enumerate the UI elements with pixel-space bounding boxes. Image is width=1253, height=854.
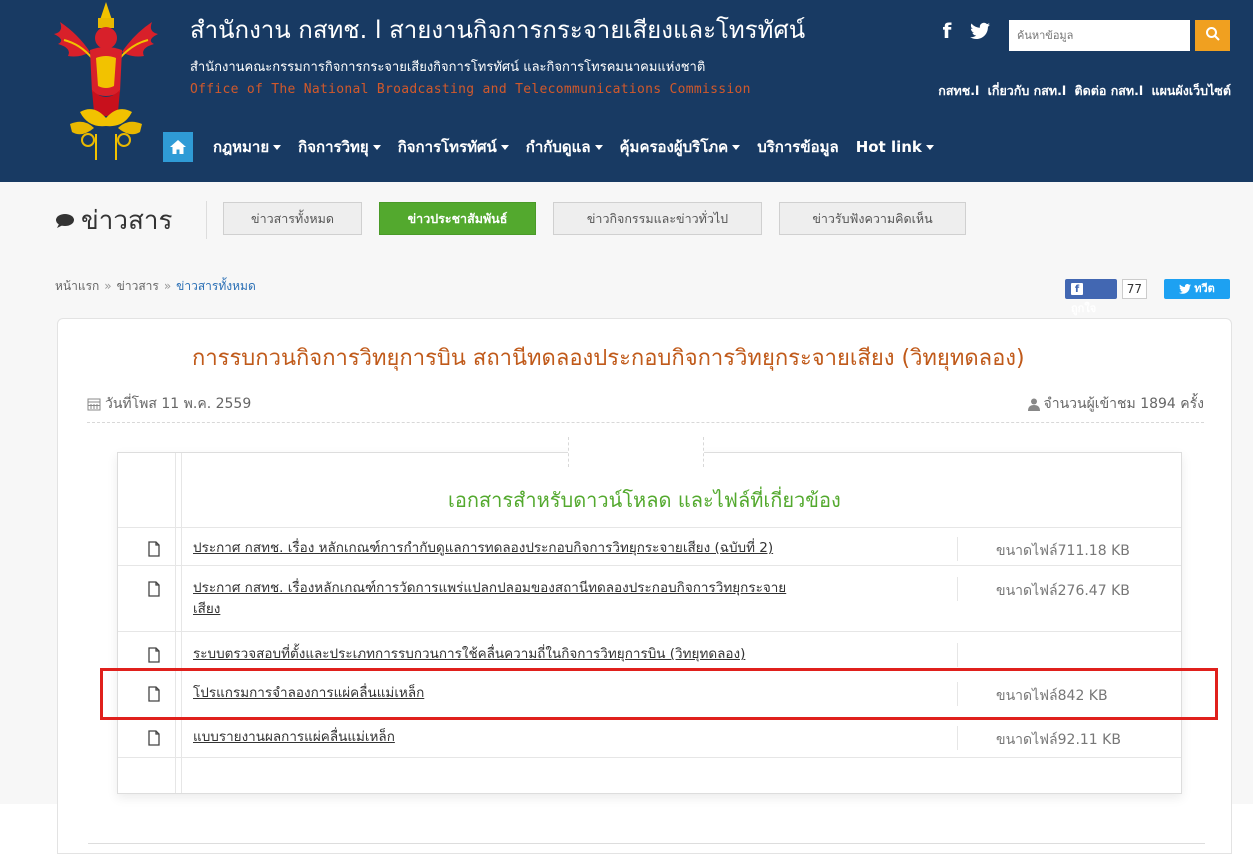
card-bottom-divider: [88, 843, 1205, 844]
facebook-logo-icon: f: [1071, 283, 1083, 295]
tab-all-news[interactable]: ข่าวสารทั้งหมด: [223, 202, 362, 235]
nav-item-radio[interactable]: กิจการวิทยุ: [298, 135, 381, 159]
breadcrumb-home[interactable]: หน้าแรก: [55, 279, 99, 293]
top-link-sitemap[interactable]: แผนผังเว็บไซต์: [1152, 83, 1231, 98]
heading-divider: [206, 201, 207, 239]
nav-label: กำกับดูแล: [525, 138, 591, 156]
row-divider: [118, 631, 1181, 632]
meta-divider: [87, 422, 1204, 423]
caret-down-icon: [500, 145, 509, 150]
tweet-label: ทวีต: [1194, 282, 1215, 295]
top-link-nbtc[interactable]: กสทช.l: [938, 83, 979, 98]
view-count-label: จำนวนผู้เข้าชม 1894 ครั้ง: [1043, 396, 1204, 412]
nav-item-law[interactable]: กฎหมาย: [213, 135, 282, 159]
size-divider: [957, 726, 958, 750]
file-icon: [148, 581, 160, 597]
article-title: การรบกวนกิจการวิทยุการบิน สถานีทดลองประก…: [192, 346, 1025, 371]
calendar-icon: [87, 398, 101, 411]
view-count: จำนวนผู้เข้าชม 1894 ครั้ง: [1027, 393, 1204, 415]
size-divider: [957, 537, 958, 561]
highlight-box: [100, 668, 1218, 720]
nav-item-consumer-protection[interactable]: คุ้มครองผู้บริโภค: [620, 135, 741, 159]
breadcrumb-all-news[interactable]: ข่าวสารทั้งหมด: [176, 279, 256, 293]
tab-activities-general-news[interactable]: ข่าวกิจกรรมและข่าวทั่วไป: [553, 202, 762, 235]
file-link[interactable]: ระบบตรวจสอบที่ตั้งและประเภทการรบกวนการใช…: [193, 645, 745, 664]
row-divider: [118, 565, 1181, 566]
caret-down-icon: [732, 145, 741, 150]
nav-label: กฎหมาย: [213, 138, 270, 156]
panel-tape-decoration: [568, 437, 704, 467]
panel-margin-line: [181, 453, 182, 793]
tweet-button[interactable]: ทวีต: [1164, 279, 1230, 299]
nav-label: Hot link: [855, 138, 922, 156]
search-input[interactable]: [1009, 20, 1190, 51]
nav-label: กิจการวิทยุ: [298, 138, 369, 156]
caret-down-icon: [372, 145, 381, 150]
home-icon: [170, 140, 186, 154]
section-heading-label: ข่าวสาร: [81, 206, 173, 236]
row-divider: [118, 527, 1181, 528]
breadcrumb-separator: »: [104, 279, 112, 293]
file-link[interactable]: แบบรายงานผลการแผ่คลื่นแม่เหล็ก: [193, 728, 395, 747]
post-date: วันที่โพส 11 พ.ค. 2559: [87, 393, 251, 415]
tab-public-hearing[interactable]: ข่าวรับฟังความคิดเห็น: [779, 202, 966, 235]
downloads-heading: เอกสารสำหรับดาวน์โหลด และไฟล์ที่เกี่ยวข้…: [448, 488, 841, 512]
nav-item-hot-link[interactable]: Hot link: [856, 138, 934, 156]
search-button[interactable]: [1195, 20, 1230, 51]
comment-icon: [56, 213, 74, 228]
file-icon: [148, 730, 160, 746]
caret-down-icon: [594, 145, 603, 150]
garuda-emblem-logo[interactable]: [50, 0, 162, 165]
facebook-like-button[interactable]: f ถูกใจ: [1065, 279, 1117, 315]
site-title[interactable]: สำนักงาน กสทช. l สายงานกิจการกระจายเสียง…: [190, 10, 805, 49]
facebook-like-widget: f ถูกใจ 77: [1065, 279, 1147, 315]
nav-item-regulation[interactable]: กำกับดูแล: [526, 135, 603, 159]
file-icon: [148, 647, 160, 663]
file-size: ขนาดไฟล์711.18 KB: [996, 543, 1130, 559]
tab-press-release[interactable]: ข่าวประชาสัมพันธ์: [379, 202, 536, 235]
twitter-bird-icon: [1179, 284, 1192, 294]
size-divider: [957, 577, 958, 601]
site-header: สำนักงาน กสทช. l สายงานกิจการกระจายเสียง…: [0, 0, 1253, 182]
panel-margin-line: [175, 453, 176, 793]
file-link[interactable]: ประกาศ กสทช. เรื่อง หลักเกณฑ์การกำกับดูแ…: [193, 539, 773, 558]
section-heading: ข่าวสาร: [55, 200, 172, 241]
caret-down-icon: [273, 145, 282, 150]
top-link-contact[interactable]: ติดต่อ กสท.l: [1074, 83, 1143, 98]
nav-label: บริการข้อมูล: [757, 138, 839, 156]
file-icon: [148, 541, 160, 557]
file-size: ขนาดไฟล์276.47 KB: [996, 583, 1130, 599]
file-link[interactable]: ประกาศ กสทช. เรื่องหลักเกณฑ์การวัดการแพร…: [193, 579, 786, 598]
breadcrumb-separator: »: [163, 279, 172, 293]
site-subtitle-english: Office of The National Broadcasting and …: [190, 82, 751, 97]
nav-item-information-service[interactable]: บริการข้อมูล: [757, 135, 838, 159]
facebook-icon[interactable]: f: [939, 19, 955, 43]
post-date-label: วันที่โพส 11 พ.ค. 2559: [105, 396, 252, 412]
site-subtitle-thai: สำนักงานคณะกรรมการกิจการกระจายเสียงกิจกา…: [190, 60, 706, 75]
top-links: กสทช.l เกี่ยวกับ กสท.l ติดต่อ กสท.l แผนผ…: [934, 81, 1231, 101]
breadcrumb-news[interactable]: ข่าวสาร: [117, 279, 159, 293]
file-link-continued[interactable]: เสียง: [193, 600, 220, 619]
top-link-about[interactable]: เกี่ยวกับ กสท.l: [988, 83, 1067, 98]
caret-down-icon: [925, 145, 934, 150]
nav-label: คุ้มครองผู้บริโภค: [619, 138, 729, 156]
file-size: ขนาดไฟล์92.11 KB: [996, 732, 1121, 748]
user-icon: [1027, 398, 1040, 411]
twitter-icon[interactable]: [970, 22, 990, 40]
row-divider: [118, 757, 1181, 758]
search-icon: [1205, 27, 1220, 41]
nav-item-television[interactable]: กิจการโทรทัศน์: [398, 135, 509, 159]
main-nav: กฎหมาย กิจการวิทยุ กิจการโทรทัศน์ กำกับด…: [163, 132, 951, 162]
nav-label: กิจการโทรทัศน์: [397, 138, 497, 156]
facebook-like-label: ถูกใจ: [1071, 302, 1097, 315]
home-button[interactable]: [163, 132, 193, 162]
breadcrumb: หน้าแรก » ข่าวสาร » ข่าวสารทั้งหมด: [55, 277, 256, 296]
size-divider: [957, 643, 958, 667]
facebook-like-count: 77: [1121, 279, 1147, 299]
